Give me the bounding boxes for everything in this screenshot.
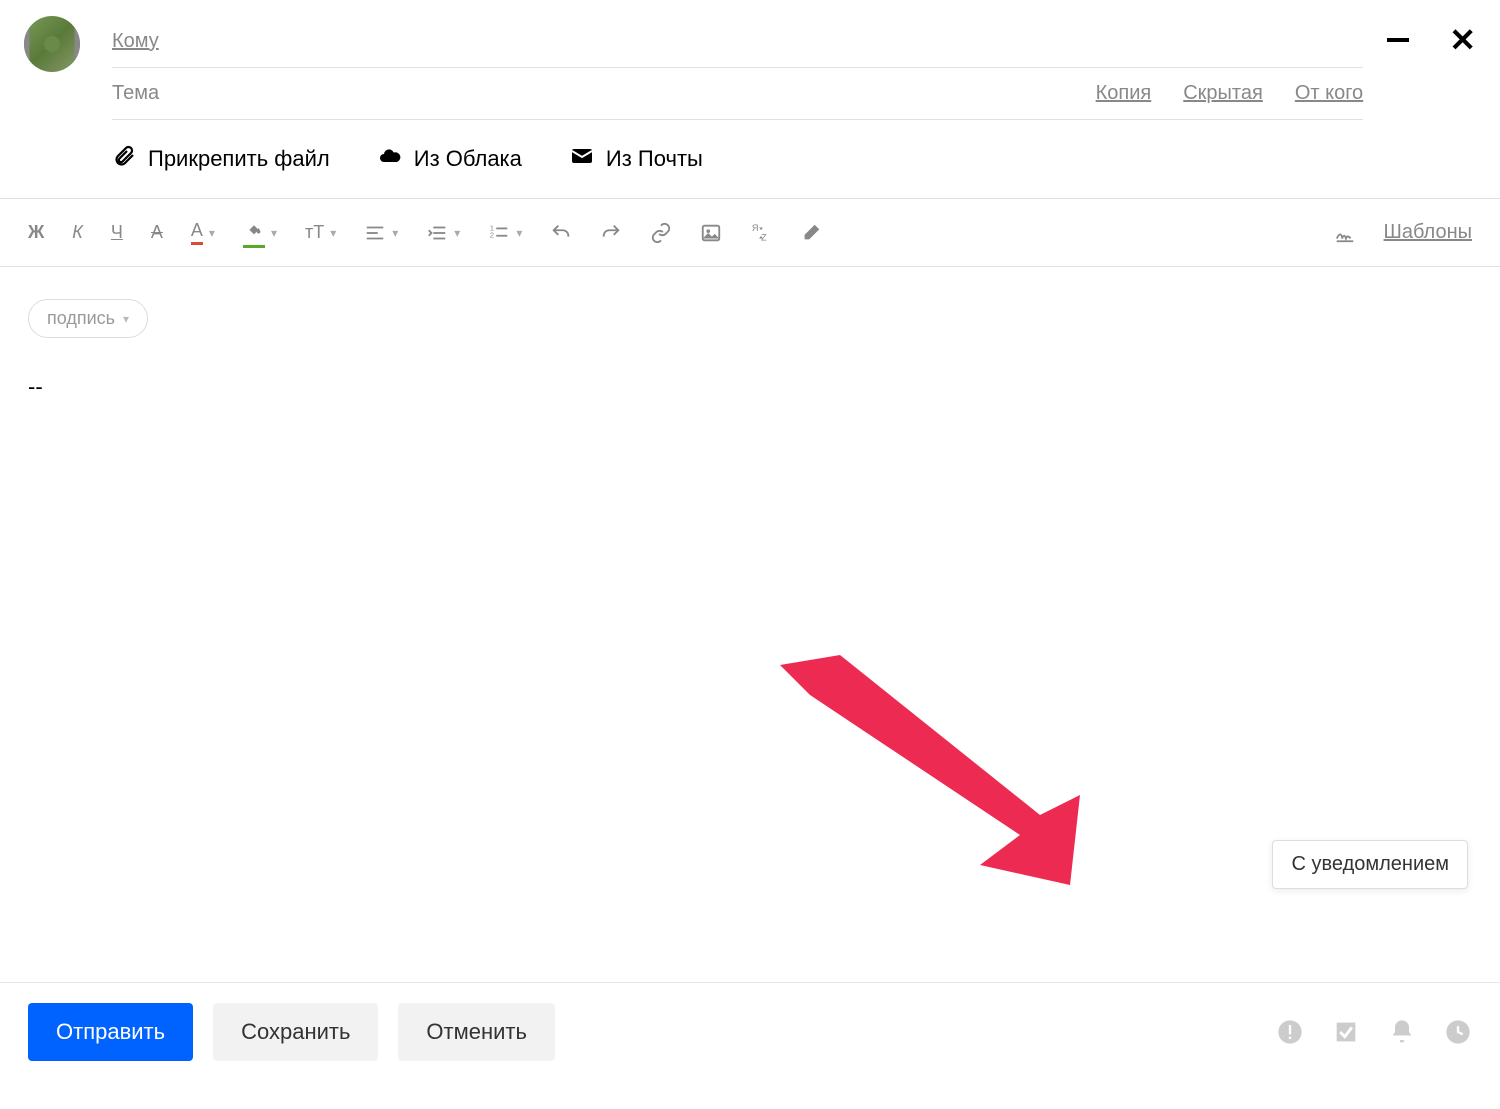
attach-file-label: Прикрепить файл <box>148 146 330 172</box>
link-icon <box>650 222 672 244</box>
list-button[interactable]: 12 <box>488 222 522 244</box>
align-icon <box>364 222 386 244</box>
schedule-icon[interactable] <box>1444 1018 1472 1046</box>
signature-dropdown[interactable]: подпись <box>28 299 148 338</box>
receipt-icon[interactable] <box>1332 1018 1360 1046</box>
cancel-button[interactable]: Отменить <box>398 1003 555 1061</box>
font-color-button[interactable]: А <box>191 220 215 245</box>
bg-color-icon <box>243 217 265 248</box>
list-icon: 12 <box>488 222 510 244</box>
to-label: Кому <box>112 30 159 53</box>
undo-icon <box>550 222 572 244</box>
font-size-button[interactable]: тТ <box>305 222 336 243</box>
paperclip-icon <box>112 144 136 174</box>
bold-button[interactable]: Ж <box>28 222 44 243</box>
font-color-icon: А <box>191 220 203 245</box>
tooltip-text: С уведомлением <box>1291 853 1449 875</box>
signature-label: подпись <box>47 308 115 329</box>
attach-mail-label: Из Почты <box>606 146 703 172</box>
editor-body[interactable]: подпись -- <box>0 267 1500 727</box>
window-controls: ✕ <box>1387 24 1476 56</box>
translit-icon: ЯZ <box>750 222 772 244</box>
redo-icon <box>600 222 622 244</box>
strike-button[interactable]: A <box>151 222 163 243</box>
minimize-icon[interactable] <box>1387 38 1409 42</box>
close-icon[interactable]: ✕ <box>1449 24 1476 56</box>
to-field-row[interactable]: Кому <box>112 16 1363 68</box>
indent-icon <box>426 222 448 244</box>
svg-text:2: 2 <box>490 230 494 239</box>
notification-tooltip: С уведомлением <box>1272 840 1468 889</box>
compose-fields: Кому Тема Копия Скрытая От кого <box>112 16 1363 120</box>
cc-link[interactable]: Копия <box>1096 82 1152 105</box>
align-button[interactable] <box>364 222 398 244</box>
attach-mail-button[interactable]: Из Почты <box>570 144 703 174</box>
translit-button[interactable]: ЯZ <box>750 222 772 244</box>
attach-row: Прикрепить файл Из Облака Из Почты <box>0 120 1500 198</box>
signature-separator: -- <box>28 374 1472 400</box>
templates-link[interactable]: Шаблоны <box>1384 221 1472 244</box>
underline-button[interactable]: Ч <box>111 222 123 243</box>
indent-button[interactable] <box>426 222 460 244</box>
subject-field-row[interactable]: Тема Копия Скрытая От кого <box>112 68 1363 120</box>
cloud-icon <box>378 144 402 174</box>
send-button[interactable]: Отправить <box>28 1003 193 1061</box>
mail-icon <box>570 144 594 174</box>
bcc-link[interactable]: Скрытая <box>1183 82 1263 105</box>
attach-cloud-label: Из Облака <box>414 146 522 172</box>
italic-button[interactable]: К <box>72 222 83 243</box>
notification-icon[interactable] <box>1388 1018 1416 1046</box>
footer-icons <box>1276 1018 1472 1046</box>
signature-toolbar-icon[interactable] <box>1334 222 1356 244</box>
svg-text:Я: Я <box>752 223 759 233</box>
subject-label: Тема <box>112 82 159 105</box>
attach-file-button[interactable]: Прикрепить файл <box>112 144 330 174</box>
from-link[interactable]: От кого <box>1295 82 1363 105</box>
field-links: Копия Скрытая От кого <box>1096 82 1364 105</box>
redo-button[interactable] <box>600 222 622 244</box>
important-icon[interactable] <box>1276 1018 1304 1046</box>
eraser-button[interactable] <box>800 222 822 244</box>
avatar <box>24 16 80 72</box>
compose-footer: Отправить Сохранить Отменить <box>0 982 1500 1109</box>
signature-icon <box>1334 222 1356 244</box>
link-button[interactable] <box>650 222 672 244</box>
eraser-icon <box>800 222 822 244</box>
save-button[interactable]: Сохранить <box>213 1003 378 1061</box>
editor-toolbar: Ж К Ч A А тТ 12 ЯZ Шаблоны <box>0 198 1500 267</box>
image-button[interactable] <box>700 222 722 244</box>
image-icon <box>700 222 722 244</box>
attach-cloud-button[interactable]: Из Облака <box>378 144 522 174</box>
bg-color-button[interactable] <box>243 217 277 248</box>
undo-button[interactable] <box>550 222 572 244</box>
compose-header: Кому Тема Копия Скрытая От кого ✕ <box>0 0 1500 120</box>
